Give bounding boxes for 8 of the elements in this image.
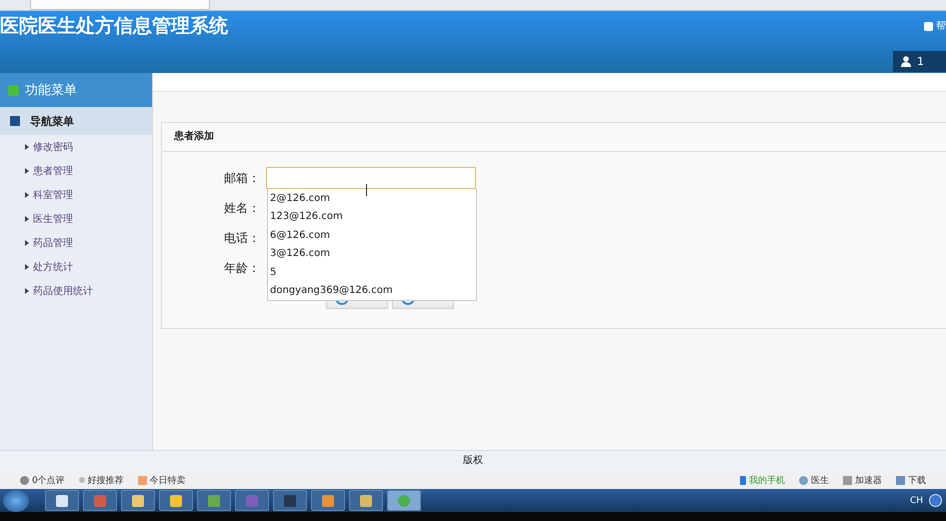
copyright-text: 版权: [463, 455, 483, 466]
app-title: 医院医生处方信息管理系统: [0, 14, 228, 39]
panel-title: 患者添加: [162, 123, 946, 152]
field-label: 邮箱：: [223, 170, 260, 186]
field-label: 年龄：: [223, 260, 260, 276]
field-label: 电话：: [223, 230, 260, 246]
sidebar-header: 功能菜单: [0, 73, 152, 107]
field-label: 姓名：: [223, 200, 260, 216]
